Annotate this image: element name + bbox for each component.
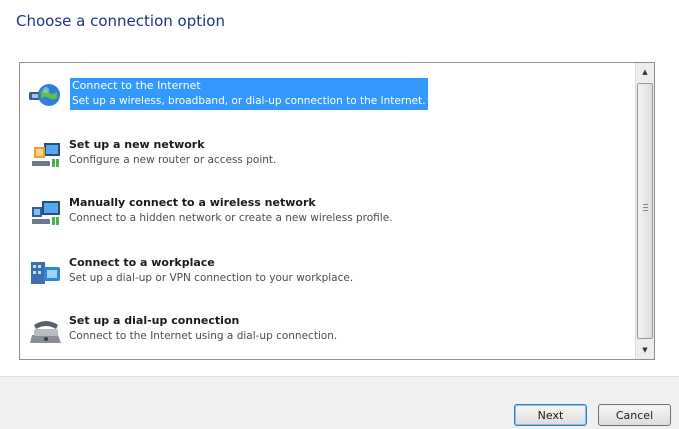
- option-description: Set up a wireless, broadband, or dial-up…: [72, 95, 426, 107]
- vertical-scrollbar[interactable]: ▲ ▼: [635, 63, 654, 359]
- next-button[interactable]: Next: [514, 404, 587, 426]
- option-description: Set up a dial-up or VPN connection to yo…: [69, 272, 354, 284]
- dialup-phone-icon: [28, 315, 64, 347]
- scroll-up-icon[interactable]: ▲: [636, 63, 654, 81]
- router-network-icon: [28, 139, 64, 171]
- option-label: Connect to the Internet: [72, 79, 201, 92]
- option-label: Set up a new network: [69, 138, 205, 151]
- option-manual-wireless[interactable]: Manually connect to a wireless network C…: [20, 187, 632, 237]
- connection-options-list[interactable]: Connect to the Internet Set up a wireles…: [19, 62, 655, 360]
- cancel-button[interactable]: Cancel: [598, 404, 671, 426]
- scroll-down-icon[interactable]: ▼: [636, 341, 654, 359]
- option-new-network[interactable]: Set up a new network Configure a new rou…: [20, 129, 632, 179]
- option-description: Configure a new router or access point.: [69, 154, 277, 166]
- option-label: Set up a dial-up connection: [69, 314, 240, 327]
- grip-icon: [643, 204, 648, 211]
- option-dialup[interactable]: Set up a dial-up connection Connect to t…: [20, 305, 632, 355]
- workplace-vpn-icon: [28, 257, 64, 289]
- globe-network-icon: [28, 79, 64, 111]
- dialog-footer: Next Cancel: [0, 376, 679, 429]
- option-label: Manually connect to a wireless network: [69, 196, 316, 209]
- option-workplace[interactable]: Connect to a workplace Set up a dial-up …: [20, 247, 632, 297]
- option-connect-internet[interactable]: Connect to the Internet Set up a wireles…: [20, 69, 632, 119]
- option-description: Connect to the Internet using a dial-up …: [69, 330, 338, 342]
- option-description: Connect to a hidden network or create a …: [69, 212, 393, 224]
- scroll-thumb[interactable]: [637, 83, 653, 339]
- page-title: Choose a connection option: [16, 12, 225, 30]
- wireless-network-icon: [28, 197, 64, 229]
- option-label: Connect to a workplace: [69, 256, 215, 269]
